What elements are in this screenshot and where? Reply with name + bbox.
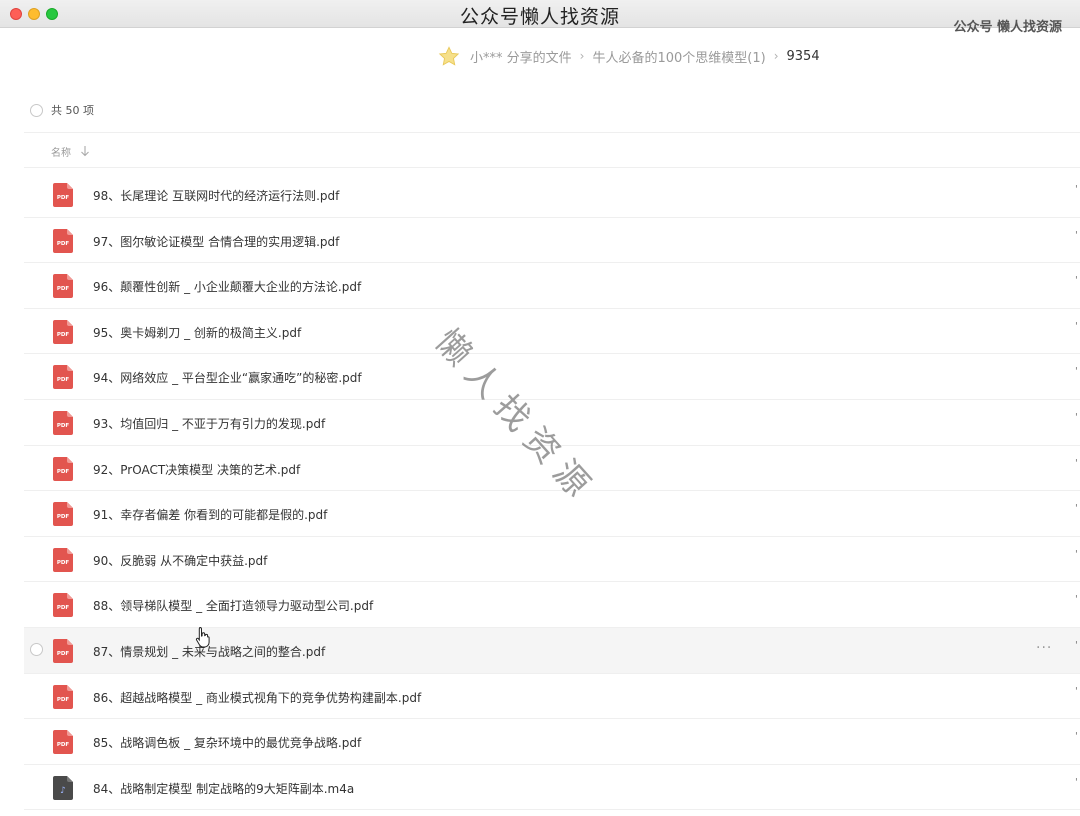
pdf-file-icon: PDF <box>53 502 73 527</box>
svg-text:PDF: PDF <box>57 286 70 292</box>
pdf-file-icon: PDF <box>53 730 73 755</box>
file-name[interactable]: 94、网络效应 _ 平台型企业“赢家通吃”的秘密.pdf <box>93 369 362 386</box>
file-row[interactable]: PDF 96、颠覆性创新 _ 小企业颠覆大企业的方法论.pdf ' <box>24 263 1080 309</box>
row-truncated-column: ' <box>1075 457 1078 469</box>
file-name[interactable]: 98、长尾理论 互联网时代的经济运行法则.pdf <box>93 187 339 204</box>
window-title: 公众号懒人找资源 <box>459 6 620 28</box>
breadcrumb: 小*** 分享的文件 › 牛人必备的100个思维模型(1) › 9354 <box>438 46 820 66</box>
svg-text:PDF: PDF <box>57 377 70 383</box>
svg-text:♪: ♪ <box>60 786 66 796</box>
row-select-checkbox[interactable] <box>30 642 43 656</box>
svg-text:PDF: PDF <box>57 423 70 429</box>
select-all-row: 共 50 项 <box>30 102 94 118</box>
row-truncated-column: ' <box>1075 275 1078 287</box>
breadcrumb-item-shared[interactable]: 小*** 分享的文件 <box>470 47 572 66</box>
file-row[interactable]: PDF 87、情景规划 _ 未来与战略之间的整合.pdf ··· ' <box>24 627 1080 674</box>
item-count: 共 50 项 <box>51 104 94 117</box>
pdf-file-icon: PDF <box>53 410 73 435</box>
file-name[interactable]: 96、颠覆性创新 _ 小企业颠覆大企业的方法论.pdf <box>93 278 361 295</box>
file-row[interactable]: PDF 91、幸存者偏差 你看到的可能都是假的.pdf ' <box>24 491 1080 537</box>
row-truncated-column: ' <box>1075 229 1078 241</box>
row-truncated-column: ' <box>1075 548 1078 560</box>
file-row[interactable]: PDF 86、超越战略模型 _ 商业模式视角下的竞争优势构建副本.pdf ' <box>24 674 1080 720</box>
pdf-file-icon: PDF <box>53 183 73 207</box>
file-name[interactable]: 85、战略调色板 _ 复杂环境中的最优竞争战略.pdf <box>93 734 361 751</box>
hand-cursor-icon <box>195 626 210 648</box>
file-name[interactable]: 90、反脆弱 从不确定中获益.pdf <box>93 552 267 569</box>
pdf-file-icon: PDF <box>53 365 73 390</box>
file-row[interactable]: PDF 92、PrOACT决策模型 决策的艺术.pdf ' <box>24 446 1080 492</box>
file-name[interactable]: 86、超越战略模型 _ 商业模式视角下的竞争优势构建副本.pdf <box>93 689 421 706</box>
file-row[interactable]: PDF 97、图尔敏论证模型 合情合理的实用逻辑.pdf ' <box>24 218 1080 264</box>
file-name[interactable]: 91、幸存者偏差 你看到的可能都是假的.pdf <box>93 506 327 523</box>
svg-text:PDF: PDF <box>57 605 70 611</box>
pdf-file-icon: PDF <box>53 228 73 253</box>
pdf-file-icon: PDF <box>53 274 73 299</box>
svg-text:PDF: PDF <box>57 514 70 520</box>
svg-text:PDF: PDF <box>57 332 70 338</box>
row-truncated-column: ' <box>1075 685 1078 697</box>
svg-text:PDF: PDF <box>57 742 70 748</box>
file-name[interactable]: 92、PrOACT决策模型 决策的艺术.pdf <box>93 461 300 478</box>
breadcrumb-current: 9354 <box>786 48 820 64</box>
file-row[interactable]: PDF 98、长尾理论 互联网时代的经济运行法则.pdf ' <box>24 172 1080 218</box>
pdf-file-icon: PDF <box>53 456 73 481</box>
breadcrumb-item-folder[interactable]: 牛人必备的100个思维模型(1) <box>592 47 765 66</box>
select-all-checkbox[interactable] <box>30 103 43 117</box>
file-row[interactable]: PDF 95、奥卡姆剃刀 _ 创新的极简主义.pdf ' <box>24 309 1080 355</box>
file-list: PDF 98、长尾理论 互联网时代的经济运行法则.pdf ' PDF 97、图尔敏论证模… <box>24 172 1080 811</box>
pdf-file-icon: PDF <box>53 593 73 618</box>
audio-file-icon: ♪ <box>53 775 73 800</box>
corner-watermark: 公众号 懒人找资源 <box>953 20 1062 35</box>
svg-text:PDF: PDF <box>57 195 70 201</box>
more-options-icon[interactable]: ··· <box>1036 640 1052 656</box>
file-name[interactable]: 97、图尔敏论证模型 合情合理的实用逻辑.pdf <box>93 233 339 250</box>
pdf-file-icon: PDF <box>53 638 73 663</box>
file-name[interactable]: 95、奥卡姆剃刀 _ 创新的极简主义.pdf <box>93 324 301 341</box>
file-name[interactable]: 88、领导梯队模型 _ 全面打造领导力驱动型公司.pdf <box>93 597 373 614</box>
row-truncated-column: ' <box>1075 320 1078 332</box>
list-header: 名称 <box>24 132 1080 168</box>
breadcrumb-separator: › <box>579 49 585 63</box>
row-truncated-column: ' <box>1075 184 1078 195</box>
pdf-file-icon: PDF <box>53 684 73 709</box>
file-row[interactable]: PDF 85、战略调色板 _ 复杂环境中的最优竞争战略.pdf ' <box>24 719 1080 765</box>
row-truncated-column: ' <box>1075 594 1078 606</box>
file-row[interactable]: PDF 93、均值回归 _ 不亚于万有引力的发现.pdf ' <box>24 400 1080 446</box>
row-truncated-column: ' <box>1075 503 1078 515</box>
file-row[interactable]: PDF 94、网络效应 _ 平台型企业“赢家通吃”的秘密.pdf ' <box>24 354 1080 400</box>
title-bar: 公众号懒人找资源 <box>0 0 1080 28</box>
row-truncated-column: ' <box>1075 411 1078 423</box>
column-header-name[interactable]: 名称 <box>51 144 71 159</box>
svg-text:PDF: PDF <box>57 560 70 566</box>
file-row[interactable]: PDF 90、反脆弱 从不确定中获益.pdf ' <box>24 537 1080 583</box>
file-name[interactable]: 93、均值回归 _ 不亚于万有引力的发现.pdf <box>93 415 325 432</box>
pdf-file-icon: PDF <box>53 547 73 572</box>
svg-text:PDF: PDF <box>57 697 70 703</box>
svg-text:PDF: PDF <box>57 651 70 657</box>
row-truncated-column: ' <box>1075 639 1078 651</box>
row-truncated-column: ' <box>1075 366 1078 378</box>
row-truncated-column: ' <box>1075 731 1078 743</box>
star-icon[interactable] <box>438 46 460 66</box>
file-row[interactable]: ♪ 84、战略制定模型 制定战略的9大矩阵副本.m4a ' <box>24 765 1080 811</box>
row-truncated-column: ' <box>1075 776 1078 788</box>
app-window: 公众号懒人找资源 公众号 懒人找资源 小*** 分享的文件 › 牛人必备的100… <box>0 0 1080 816</box>
pdf-file-icon: PDF <box>53 319 73 344</box>
svg-text:PDF: PDF <box>57 241 70 247</box>
svg-text:PDF: PDF <box>57 469 70 475</box>
file-row[interactable]: PDF 88、领导梯队模型 _ 全面打造领导力驱动型公司.pdf ' <box>24 582 1080 628</box>
arrow-down-icon[interactable] <box>80 145 90 157</box>
breadcrumb-separator: › <box>773 49 779 63</box>
file-name[interactable]: 84、战略制定模型 制定战略的9大矩阵副本.m4a <box>93 780 354 797</box>
